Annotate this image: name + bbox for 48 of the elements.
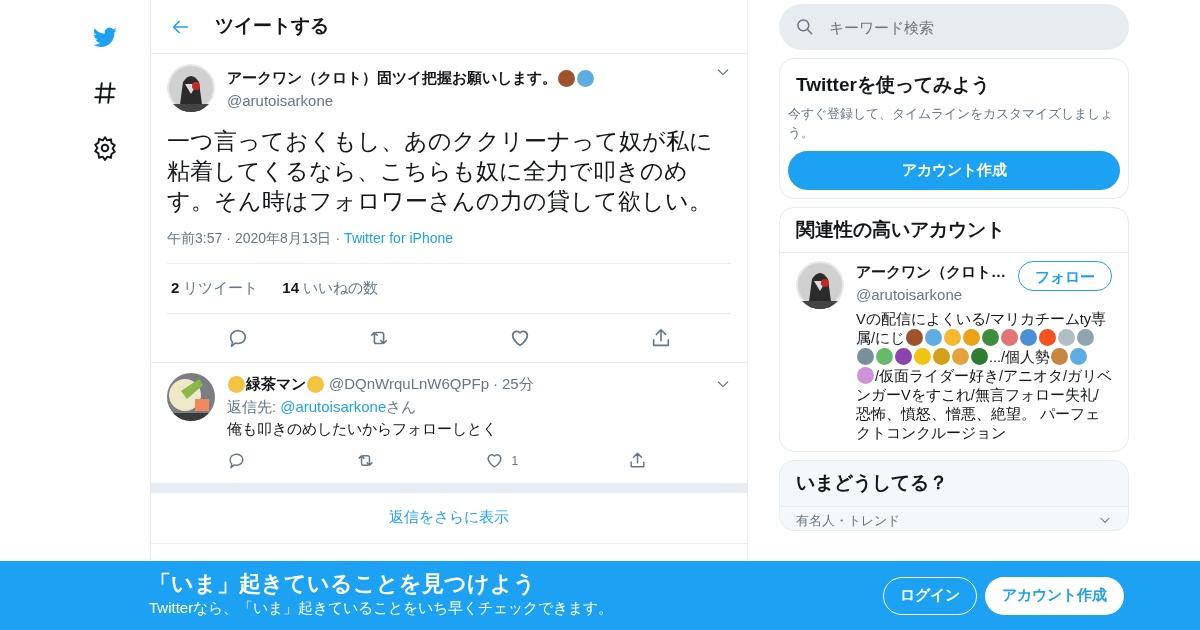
source-link[interactable]: Twitter for iPhone [344,228,454,249]
stat-count[interactable]: 14 [282,277,300,300]
separator-dot: · [226,229,231,248]
separator-dot: · [493,374,498,394]
user-handle: @arutoisarkone [227,90,335,111]
tweet-text: 一つ言っておくもし、あのククリーナって奴が私に粘着してくるなら、こちらも奴に全力で叩きのめす。そん時はフォロワーさんの力の貸して欲しい。 [167,127,714,216]
show-more-link[interactable]: 返信をさらに表示 [389,506,509,529]
card-text: 今すぐ登録して、タイムラインをカスタマイズしましょう。 [788,104,1114,142]
card-title: いまどうしてる？ [795,471,949,495]
signup-button[interactable]: アカウント作成 [985,576,1124,615]
bio-text: 恐怖、憤怒、憎悪、絶望。 パーフェ [856,406,1101,422]
emoji-icon [307,375,324,393]
tweet-time: 午前3:57 [167,229,223,248]
settings-icon[interactable] [92,134,118,161]
page-title: ツイートする [215,14,329,39]
reply-icon[interactable] [227,451,246,470]
mention-link[interactable]: @arutoisarkone [280,395,387,418]
bio-text: ンガーVをすこれ/無言フォロー失礼/ [856,387,1099,403]
search-icon [795,17,815,37]
bio-text: クトコンクルージョン [856,425,1006,441]
reply-time: 25分 [502,374,534,394]
share-icon[interactable] [628,451,647,470]
honorific-suffix: さん [386,396,417,417]
reply-to-label: 返信先: [227,396,277,417]
banner-title: 「いま」起きていることを見つけよう [149,571,537,598]
banner-text: Twitterなら、「いま」起きていることをいち早くチェックできます。 [149,598,615,619]
user-handle: @DQnWrquLnW6QPFp [329,374,489,394]
user-name: アークワン（クロト）固ツイ把握お願いします。 [227,68,557,88]
hashtag-icon[interactable] [92,79,118,106]
user-name: 緑茶マン [246,374,306,394]
separator-dot: · [335,229,341,248]
user-handle: @arutoisarkone [856,284,964,305]
tweet-date: 2020年8月13日 [234,229,332,248]
bio-text: 属/にじ [856,330,906,346]
trend-label: 有名人・トレンド [796,511,900,530]
stat-label[interactable]: いいねの数 [303,277,379,300]
bio-text: /仮面ライダー好き/アニオタ/ガリベ [875,368,1113,384]
stat-count[interactable]: 2 [171,277,180,300]
card-title: Twitterを使ってみよう [795,73,991,97]
search-field[interactable]: キーワード検索 [779,4,1129,50]
bio-text: .../個人勢 [989,349,1051,365]
card-title: 関連性の高いアカウント [795,217,1006,242]
stat-label[interactable]: リツイート [183,277,259,300]
bio-text: Vの配信によくいる/マリカチームty専 [856,311,1106,327]
signup-button[interactable]: アカウント作成 [788,150,1120,190]
reply-text: 俺も叩きのめしたいからフォローしとく [227,419,498,439]
like-count: 1 [511,452,519,470]
user-name: アークワン（クロト… [856,262,1006,282]
